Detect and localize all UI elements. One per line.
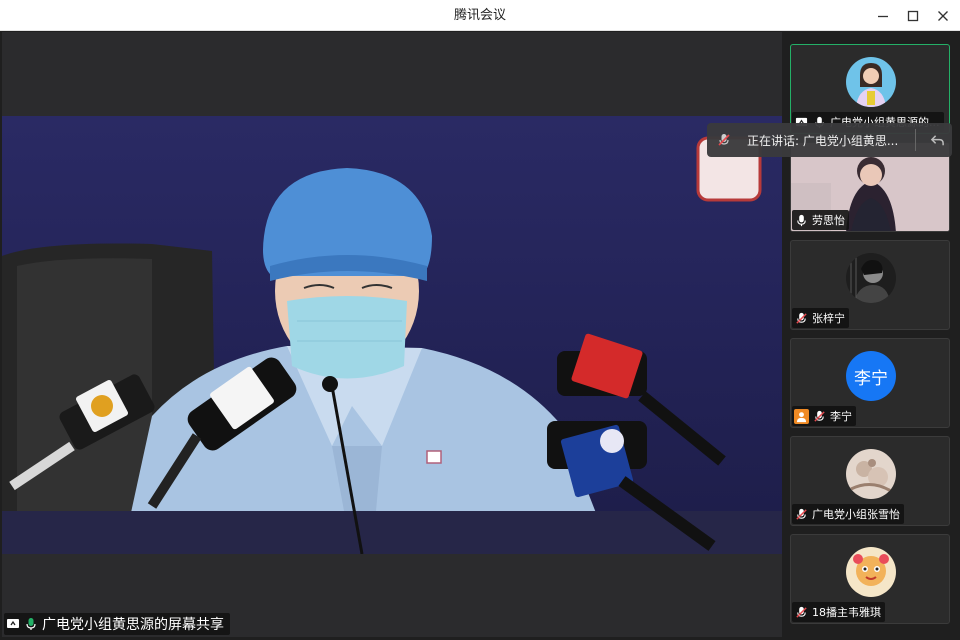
mic-icon	[794, 213, 809, 228]
mic-muted-icon	[794, 605, 809, 620]
user-icon	[794, 408, 809, 424]
avatar	[846, 253, 896, 303]
participant-name-bar: 劳思怡	[792, 210, 849, 230]
minimize-icon	[878, 15, 888, 17]
speaking-text: 正在讲话: 广电党小组黄思...	[747, 133, 899, 148]
participant-name: 广电党小组张雪怡	[812, 508, 900, 521]
screen-share-area[interactable]: 广电党小组黄思源的屏幕共享	[2, 32, 782, 637]
mic-icon	[24, 617, 38, 631]
participant-name-bar: 18播主韦雅琪	[792, 602, 885, 622]
speaking-indicator: 正在讲话: 广电党小组黄思...	[707, 123, 952, 157]
mic-muted-icon	[812, 409, 827, 424]
participant-tile[interactable]: 李宁 李宁	[790, 338, 950, 428]
screen-share-icon	[6, 617, 20, 631]
avatar: 李宁	[846, 351, 896, 401]
avatar	[846, 547, 896, 597]
avatar	[846, 57, 896, 107]
participant-tile[interactable]: 张梓宁	[790, 240, 950, 330]
return-icon	[930, 134, 944, 145]
maximize-icon	[907, 10, 919, 21]
screen-share-text: 广电党小组黄思源的屏幕共享	[42, 617, 224, 633]
participant-name: 18播主韦雅琪	[812, 606, 881, 619]
mic-muted-icon	[794, 507, 809, 522]
participant-name: 劳思怡	[812, 214, 845, 227]
divider	[915, 129, 916, 151]
close-button[interactable]	[926, 0, 960, 31]
close-icon	[938, 10, 948, 21]
participant-tile[interactable]: 广电党小组张雪怡	[790, 436, 950, 526]
participant-name-bar: 广电党小组张雪怡	[792, 504, 904, 524]
maximize-button[interactable]	[896, 0, 930, 31]
shared-video	[2, 116, 782, 554]
screen-share-label: 广电党小组黄思源的屏幕共享	[4, 613, 230, 635]
avatar	[846, 449, 896, 499]
participant-name-bar: 李宁	[792, 406, 856, 426]
window-title: 腾讯会议	[453, 8, 506, 23]
participant-tile[interactable]: 广电党小组黄思源的...	[790, 44, 950, 134]
participant-scrollbar[interactable]	[954, 71, 958, 631]
minimize-button[interactable]	[866, 0, 900, 31]
participant-name-bar: 张梓宁	[792, 308, 849, 328]
mic-muted-icon	[794, 311, 809, 326]
collapse-button[interactable]	[922, 123, 952, 157]
participant-tile[interactable]: 18播主韦雅琪	[790, 534, 950, 624]
shared-video-illustration	[2, 136, 782, 554]
participant-name: 张梓宁	[812, 312, 845, 325]
title-bar: 腾讯会议	[0, 0, 960, 31]
mic-muted-icon	[707, 123, 741, 157]
participant-name: 李宁	[830, 410, 852, 423]
